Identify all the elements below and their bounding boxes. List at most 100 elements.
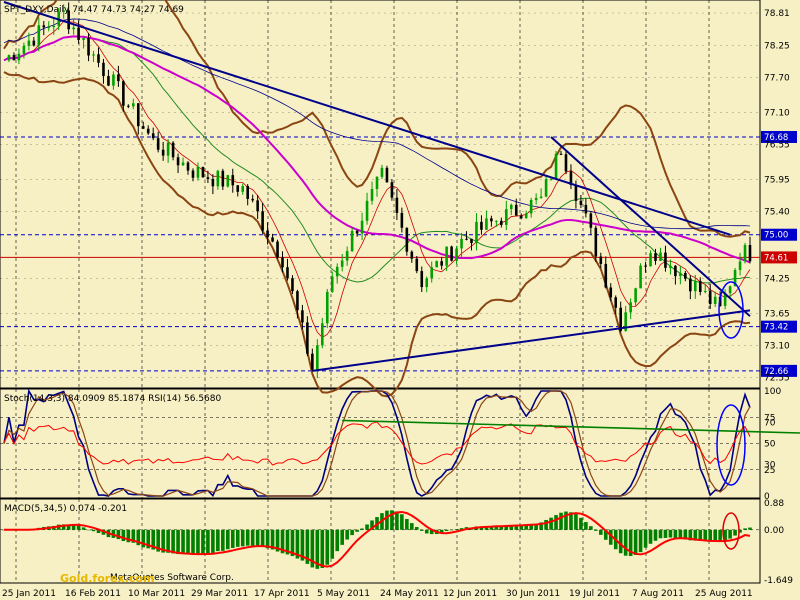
candle-body (559, 153, 563, 155)
trading-chart: 76.6875.0074.6173.4272.66 78.8178.2577.7… (0, 0, 800, 599)
candle-body (574, 185, 578, 201)
x-tick-label: 29 Mar 2011 (191, 589, 248, 599)
candle-body (743, 245, 747, 262)
candle-body (475, 221, 478, 244)
candle-body (708, 290, 712, 304)
candle-body (639, 265, 642, 289)
candle-body (27, 40, 31, 46)
candle-body (634, 288, 637, 303)
candle-body (594, 227, 598, 257)
candle-body (82, 38, 85, 40)
candle-body (266, 230, 269, 238)
candle-body (42, 25, 46, 28)
macd-bar (250, 529, 255, 546)
candle-body (296, 291, 299, 311)
candle-body (465, 238, 468, 240)
candle-body (136, 103, 140, 127)
candle-body (445, 246, 448, 266)
candle-body (604, 263, 608, 288)
candle-body (614, 297, 618, 308)
candle-body (375, 176, 379, 190)
candle-body (644, 265, 647, 267)
candle-body (156, 138, 160, 150)
candle-body (196, 166, 200, 178)
macd-bar (211, 529, 215, 553)
macd-bar (554, 515, 558, 530)
candle-body (514, 204, 518, 216)
candle-body (584, 204, 588, 214)
candle-body (385, 167, 389, 183)
candle-body (669, 265, 672, 268)
candle-body (748, 245, 752, 262)
macd-bar (395, 511, 399, 530)
candle-body (380, 167, 384, 177)
x-tick-label: 25 Jan 2011 (2, 589, 56, 599)
candle-body (355, 230, 359, 234)
macd-bar (216, 529, 220, 552)
macd-bar (320, 529, 325, 568)
candle-body (161, 149, 165, 156)
candle-body (72, 27, 75, 30)
macd-bar (574, 514, 578, 530)
candle-body (544, 179, 548, 197)
candle-body (654, 253, 657, 261)
candle-body (141, 126, 145, 129)
macd-bar (728, 529, 732, 539)
macd-bar (206, 529, 210, 554)
candle-body (589, 213, 593, 228)
candle-body (345, 251, 349, 261)
candle-body (529, 199, 533, 214)
x-axis: 25 Jan 2011 16 Feb 2011 10 Mar 2011 29 Mar … (2, 589, 753, 599)
macd-bar (335, 529, 340, 552)
candle-body (181, 162, 185, 166)
macd-bar (260, 529, 265, 547)
candle-body (291, 278, 294, 292)
candle-body (281, 257, 284, 268)
candle-body (415, 258, 419, 272)
x-tick-label: 7 Aug 2011 (632, 589, 684, 599)
macd-bar (633, 529, 638, 556)
watermark-text: Gold.forex.com (60, 572, 154, 585)
macd-bar (718, 529, 722, 542)
price-header: SPT_DXY,Daily 74.47 74.73 74.27 74.69 (4, 5, 184, 15)
macd-bar (638, 529, 643, 553)
candle-body (271, 237, 274, 242)
macd-bar (743, 528, 747, 530)
macd-bar (171, 529, 175, 554)
stoch-tick-label: 100 (764, 387, 781, 397)
macd-bar (444, 529, 449, 532)
y-tick-label: 73.10 (764, 341, 790, 351)
candle-body (524, 213, 528, 219)
candle-body (241, 186, 245, 192)
candle-body (107, 76, 110, 86)
candle-body (151, 133, 155, 139)
candle-body (316, 345, 319, 370)
candle-body (47, 27, 51, 29)
candle-body (146, 128, 150, 134)
candle-body (216, 170, 220, 187)
macd-bar (410, 523, 414, 530)
candle-body (629, 302, 632, 313)
candle-body (171, 142, 175, 158)
candle-body (7, 55, 11, 61)
candle-body (112, 74, 115, 86)
candle-body (679, 272, 682, 277)
candle-body (77, 27, 80, 40)
candle-body (325, 291, 329, 324)
macd-bar (400, 514, 404, 530)
candle-body (693, 280, 697, 292)
y-axis: 78.81 78.25 77.70 77.10 76.55 75.95 75.40 74.25… (764, 9, 793, 586)
candle-body (226, 175, 230, 187)
macd-bar (330, 529, 335, 559)
candle-body (703, 290, 707, 292)
candle-body (350, 230, 354, 252)
candle-body (176, 157, 180, 166)
macd-bar (414, 527, 419, 530)
candle-body (554, 153, 558, 180)
candle-body (649, 253, 652, 267)
stoch-tick-label: 50 (764, 440, 776, 450)
x-tick-label: 30 Jun 2011 (506, 589, 560, 599)
macd-bar (166, 529, 170, 553)
candle-body (698, 280, 702, 292)
candle-body (579, 200, 583, 205)
